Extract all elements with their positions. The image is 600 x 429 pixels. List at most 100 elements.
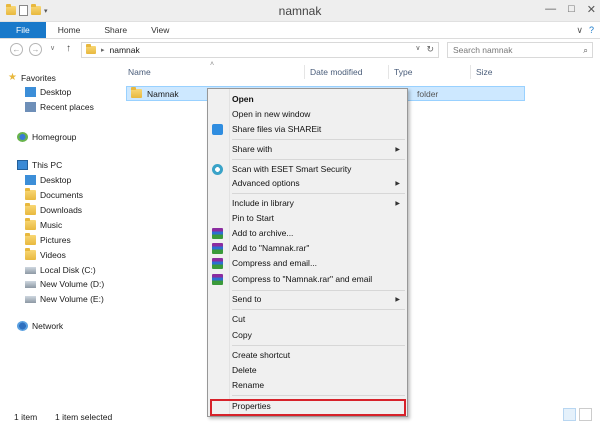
column-header-size[interactable]: Size — [476, 67, 493, 77]
refresh-icon[interactable]: ↻ — [426, 44, 434, 55]
menu-item-send-to[interactable]: Send to — [232, 293, 261, 306]
file-name: Namnak — [147, 88, 179, 99]
sidebar-item-videos[interactable]: Videos — [25, 248, 66, 260]
large-icons-view-icon[interactable] — [579, 408, 592, 421]
menu-item-add-to-archive[interactable]: Add to archive... — [232, 227, 293, 240]
menu-separator — [232, 345, 405, 346]
sidebar-item-downloads[interactable]: Downloads — [25, 203, 83, 215]
menu-item-compress-rar-email[interactable]: Compress to "Namnak.rar" and email — [232, 273, 372, 286]
tab-share[interactable]: Share — [92, 22, 139, 38]
menu-item-copy[interactable]: Copy — [232, 329, 252, 342]
recent-locations-icon[interactable]: ∨ — [50, 44, 55, 52]
folder-icon — [86, 44, 96, 54]
sidebar-item-desktop-fav[interactable]: Desktop — [25, 87, 71, 97]
tab-home[interactable]: Home — [46, 22, 93, 38]
menu-item-share-with[interactable]: Share with — [232, 143, 272, 156]
folder-icon — [131, 87, 142, 98]
navigation-bar: ← → ∨ ↑ ▸ namnak ∨ ↻ Search namnak ⌕ — [0, 39, 600, 61]
sidebar-item-favorites[interactable]: ★ Favorites — [8, 72, 56, 83]
breadcrumb-namnak[interactable]: namnak — [110, 45, 140, 55]
menu-item-shareit[interactable]: Share files via SHAREit — [232, 123, 321, 136]
network-icon — [17, 321, 28, 331]
sidebar-label: Local Disk (C:) — [40, 265, 96, 275]
menu-item-advanced-options[interactable]: Advanced options — [232, 177, 300, 190]
sidebar-item-desktop[interactable]: Desktop — [25, 175, 71, 185]
help-icon[interactable]: ? — [589, 25, 594, 36]
homegroup-icon — [17, 132, 28, 142]
up-button[interactable]: ↑ — [66, 43, 71, 54]
column-header-type[interactable]: Type — [394, 67, 412, 77]
tab-file[interactable]: File — [0, 22, 46, 38]
drive-icon — [25, 280, 36, 288]
menu-item-add-to-rar[interactable]: Add to "Namnak.rar" — [232, 242, 309, 255]
downloads-icon — [25, 203, 36, 215]
menu-item-cut[interactable]: Cut — [232, 313, 245, 326]
menu-separator — [232, 159, 405, 160]
expand-ribbon-icon[interactable]: ∨ — [576, 25, 583, 36]
menu-separator — [232, 395, 405, 396]
recent-places-icon — [25, 102, 36, 112]
minimize-button[interactable]: — — [545, 3, 556, 16]
column-header-name[interactable]: Name — [128, 67, 151, 77]
address-dropdown-icon[interactable]: ∨ — [415, 44, 420, 55]
sidebar-item-local-disk-c[interactable]: Local Disk (C:) — [25, 265, 96, 275]
address-bar[interactable]: ▸ namnak ∨ ↻ — [81, 42, 439, 58]
sidebar-item-pictures[interactable]: Pictures — [25, 233, 71, 245]
sidebar-item-network[interactable]: Network — [17, 321, 63, 331]
breadcrumb-separator: ▸ — [101, 47, 105, 54]
close-button[interactable]: ✕ — [587, 3, 596, 16]
menu-item-create-shortcut[interactable]: Create shortcut — [232, 349, 290, 362]
tab-view[interactable]: View — [139, 22, 181, 38]
menu-item-include-in-library[interactable]: Include in library — [232, 197, 294, 210]
menu-item-pin-to-start[interactable]: Pin to Start — [232, 212, 274, 225]
forward-button[interactable]: → — [29, 43, 42, 56]
search-placeholder: Search namnak — [453, 45, 513, 55]
maximize-button[interactable]: □ — [568, 3, 575, 16]
winrar-icon — [212, 274, 223, 285]
sidebar-item-homegroup[interactable]: Homegroup — [17, 132, 76, 142]
search-icon[interactable]: ⌕ — [583, 43, 588, 57]
menu-separator — [232, 139, 405, 140]
documents-icon — [25, 188, 36, 200]
menu-item-eset-scan[interactable]: Scan with ESET Smart Security — [232, 163, 351, 176]
sidebar-item-volume-e[interactable]: New Volume (E:) — [25, 294, 104, 304]
menu-separator — [232, 290, 405, 291]
sidebar-item-volume-d[interactable]: New Volume (D:) — [25, 279, 104, 289]
window-title: namnak — [278, 4, 322, 18]
sidebar-item-recent-places[interactable]: Recent places — [25, 102, 94, 112]
sidebar-label: Documents — [40, 190, 83, 200]
menu-item-delete[interactable]: Delete — [232, 364, 257, 377]
winrar-icon — [212, 228, 223, 239]
sidebar-item-this-pc[interactable]: This PC — [17, 160, 62, 170]
back-button[interactable]: ← — [10, 43, 23, 56]
submenu-arrow-icon: ▶ — [395, 201, 400, 207]
sidebar-label: Videos — [40, 250, 66, 260]
file-type: folder — [417, 88, 439, 99]
menu-item-compress-email[interactable]: Compress and email... — [232, 257, 317, 270]
menu-item-rename[interactable]: Rename — [232, 379, 264, 392]
sidebar-item-music[interactable]: Music — [25, 218, 62, 230]
column-divider[interactable] — [388, 65, 389, 79]
column-header-date[interactable]: Date modified — [310, 67, 362, 77]
drive-icon — [25, 295, 36, 303]
menu-item-properties[interactable]: Properties — [232, 400, 271, 413]
winrar-icon — [212, 243, 223, 254]
details-view-icon[interactable] — [563, 408, 576, 421]
pictures-icon — [25, 233, 36, 245]
music-icon — [25, 218, 36, 230]
submenu-arrow-icon: ▶ — [395, 297, 400, 303]
sidebar-label: Downloads — [40, 205, 83, 215]
menu-item-open-new-window[interactable]: Open in new window — [232, 108, 310, 121]
item-count: 1 item — [14, 412, 38, 422]
desktop-icon — [25, 87, 36, 97]
selection-count: 1 item selected — [55, 412, 113, 422]
search-input[interactable]: Search namnak ⌕ — [447, 42, 593, 58]
column-divider[interactable] — [470, 65, 471, 79]
sidebar-label: New Volume (E:) — [40, 294, 104, 304]
menu-separator — [232, 309, 405, 310]
navigation-pane: ★ Favorites Desktop Recent places Homegr… — [0, 61, 118, 404]
menu-item-open[interactable]: Open — [232, 93, 254, 106]
sidebar-item-documents[interactable]: Documents — [25, 188, 83, 200]
ribbon-tabs: File Home Share View ∨ ? — [0, 22, 600, 39]
column-divider[interactable] — [304, 65, 305, 79]
